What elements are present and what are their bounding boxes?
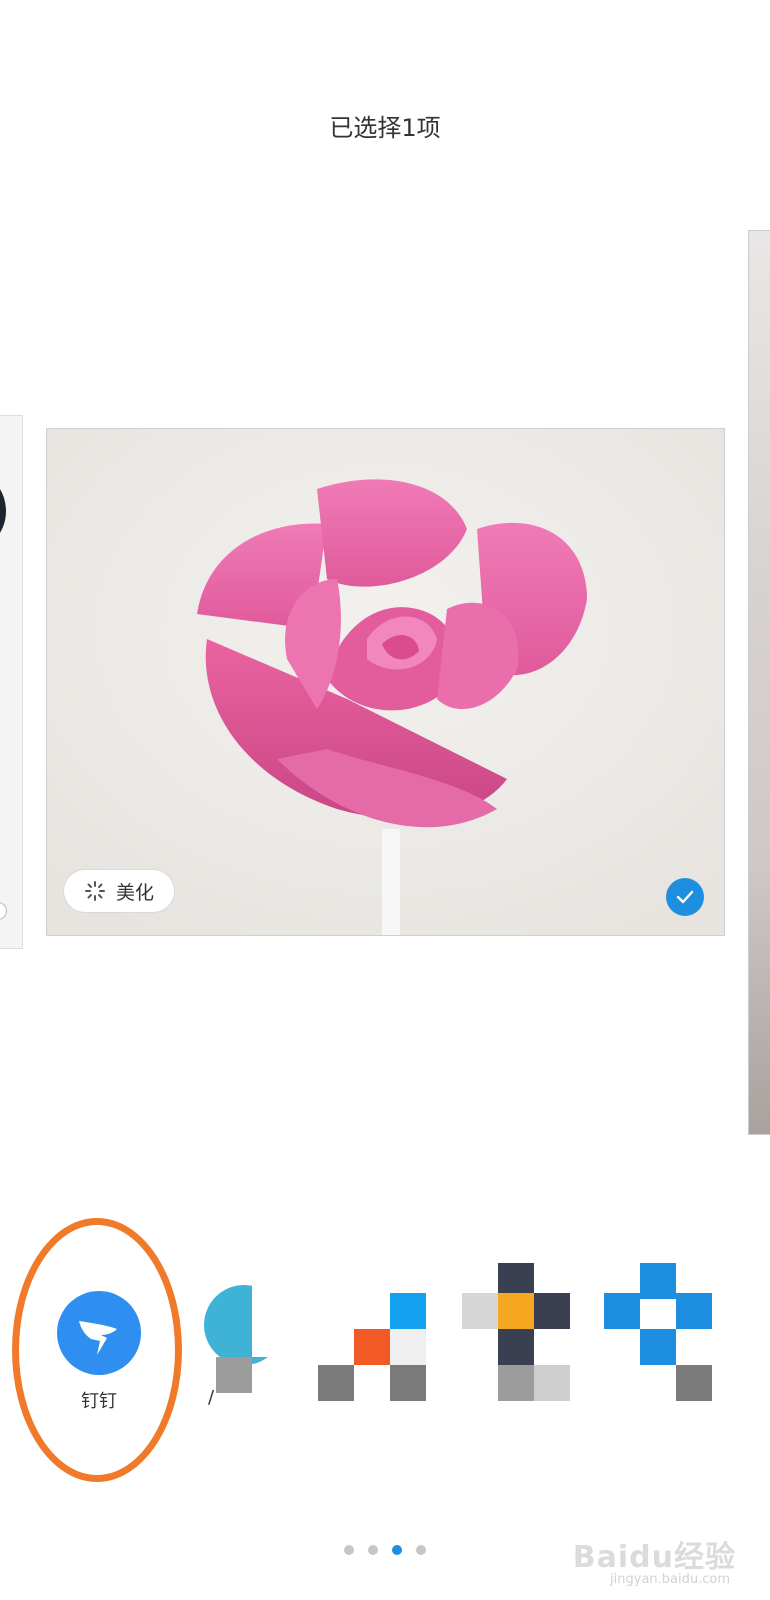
page-dot[interactable] — [344, 1545, 354, 1555]
page-dot-active[interactable] — [392, 1545, 402, 1555]
rose-photo — [47, 429, 724, 935]
page-dot[interactable] — [368, 1545, 378, 1555]
share-item-app-4[interactable] — [462, 1263, 582, 1425]
baidu-jingyan-watermark: Baidu经验 — [572, 1540, 736, 1575]
select-circle-icon — [0, 902, 7, 920]
share-item-app-5[interactable] — [604, 1263, 724, 1425]
share-item-app-3[interactable] — [318, 1285, 438, 1425]
page-title: 已选择1项 — [329, 114, 441, 142]
sparkle-icon — [84, 881, 105, 901]
selected-photo-card[interactable]: 美化 — [46, 428, 725, 936]
watermark-url: jingyan.baidu.com — [610, 1572, 730, 1587]
share-item-app-2[interactable]: / — [196, 1285, 316, 1425]
beautify-button[interactable]: 美化 — [63, 869, 175, 913]
highlight-annotation-ring — [12, 1218, 182, 1482]
beautify-label: 美化 — [115, 881, 154, 904]
preview-image-fragment — [0, 476, 6, 546]
share-item-label: / — [207, 1387, 215, 1408]
page-dot[interactable] — [416, 1545, 426, 1555]
previous-photo-preview[interactable] — [0, 415, 23, 949]
selected-check-icon[interactable] — [666, 878, 704, 916]
next-photo-preview[interactable] — [748, 230, 770, 1135]
